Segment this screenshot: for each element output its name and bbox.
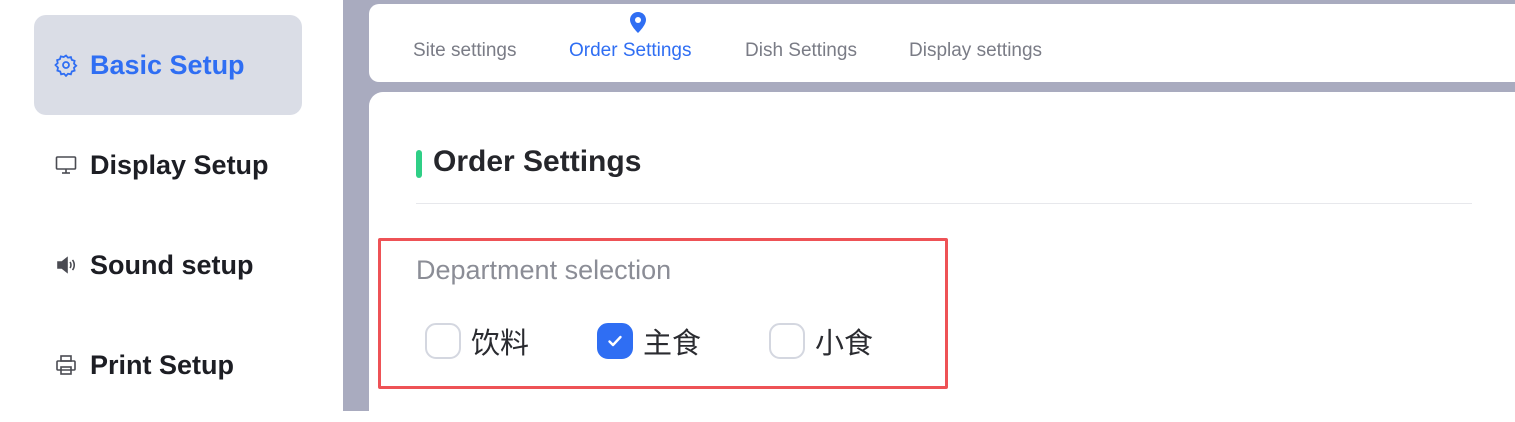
location-pin-icon [628, 11, 648, 40]
tab-site-settings[interactable]: Site settings [413, 40, 517, 62]
department-selection-label: Department selection [416, 255, 672, 285]
department-option-drinks[interactable]: 饮料 [425, 320, 529, 362]
option-label: 小食 [815, 326, 874, 360]
tab-dish-settings[interactable]: Dish Settings [745, 40, 857, 62]
checkbox[interactable] [425, 323, 461, 359]
sidebar: Basic Setup Display Setup Sound setup Pr… [0, 0, 343, 411]
checkbox[interactable] [769, 323, 805, 359]
sidebar-item-label: Basic Setup [90, 49, 245, 80]
speaker-icon [54, 253, 78, 277]
sidebar-item-label: Sound setup [90, 249, 254, 280]
section-accent-bar [416, 150, 422, 178]
section-title: Order Settings [433, 145, 642, 178]
sidebar-item-label: Display Setup [90, 149, 269, 180]
monitor-icon [54, 153, 78, 177]
department-option-snacks[interactable]: 小食 [769, 320, 873, 362]
section-divider [416, 203, 1472, 204]
tab-display-settings[interactable]: Display settings [909, 40, 1042, 62]
option-label: 主食 [643, 326, 702, 360]
sidebar-item-basic-setup[interactable]: Basic Setup [34, 15, 302, 115]
tab-order-settings[interactable]: Order Settings [569, 40, 692, 62]
sidebar-item-display-setup[interactable]: Display Setup [34, 115, 302, 215]
sidebar-item-label: Print Setup [90, 349, 235, 380]
settings-tabs: Site settings Order Settings Dish Settin… [369, 4, 1515, 82]
option-label: 饮料 [471, 326, 530, 360]
checkmark-icon [608, 335, 622, 347]
sidebar-item-sound-setup[interactable]: Sound setup [34, 215, 302, 315]
gear-icon [54, 53, 78, 77]
department-option-main-food[interactable]: 主食 [597, 320, 701, 362]
checkbox-checked[interactable] [597, 323, 633, 359]
sidebar-item-print-setup[interactable]: Print Setup [34, 315, 302, 415]
printer-icon [54, 353, 78, 377]
